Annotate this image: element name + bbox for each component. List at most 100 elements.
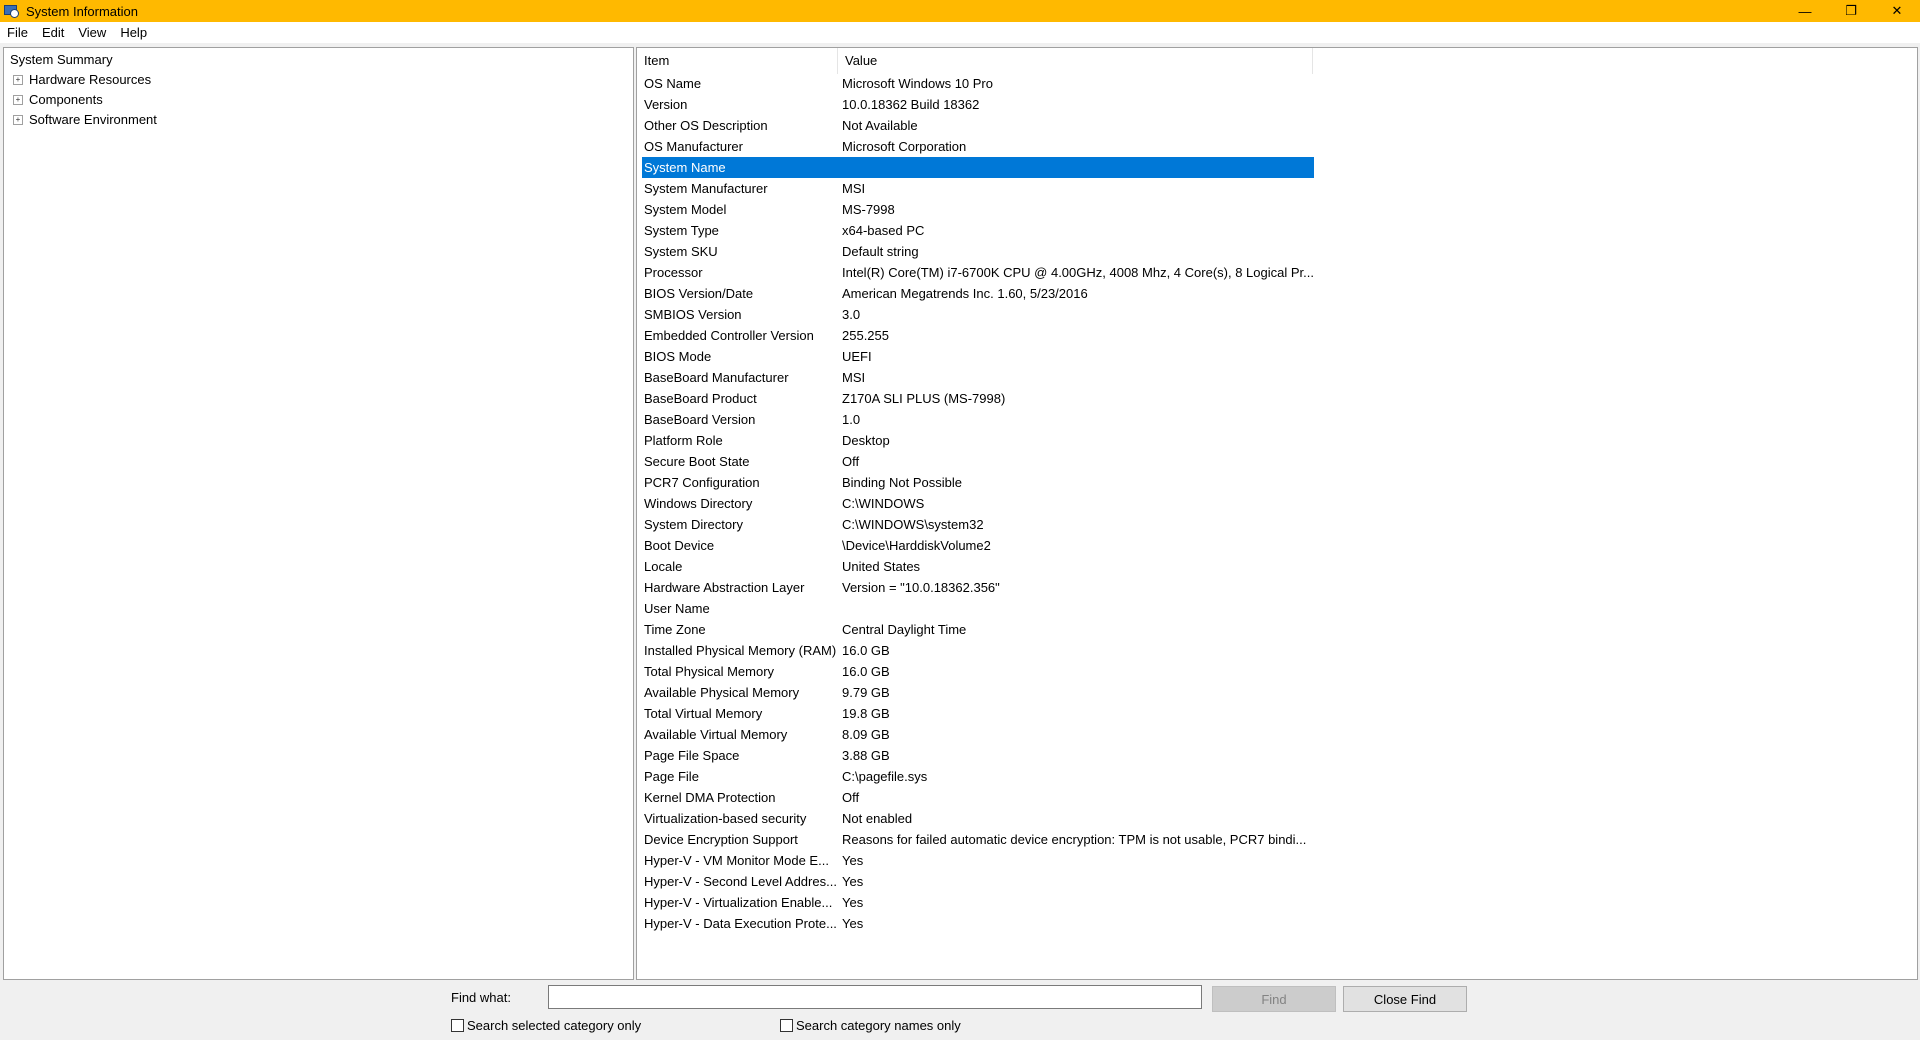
table-row[interactable]: Hyper-V - Second Level Addres... Yes: [642, 871, 1314, 892]
row-value: 16.0 GB: [842, 664, 890, 679]
row-item: System Directory: [644, 517, 743, 532]
find-input[interactable]: [548, 985, 1202, 1009]
table-row[interactable]: Hyper-V - VM Monitor Mode E... Yes: [642, 850, 1314, 871]
minimize-button[interactable]: —: [1782, 0, 1828, 22]
table-row[interactable]: Hyper-V - Virtualization Enable... Yes: [642, 892, 1314, 913]
tree-item-label: Software Environment: [29, 112, 157, 127]
checkbox-box[interactable]: [451, 1019, 464, 1032]
table-row[interactable]: User Name: [642, 598, 1314, 619]
row-value: MS-7998: [842, 202, 895, 217]
table-row[interactable]: Version 10.0.18362 Build 18362: [642, 94, 1314, 115]
row-item: Boot Device: [644, 538, 715, 553]
row-item: PCR7 Configuration: [644, 475, 760, 490]
tree-item-hardware-resources[interactable]: + Hardware Resources: [13, 72, 151, 87]
title-bar[interactable]: System Information — ❐ ✕: [0, 0, 1920, 22]
row-item: Installed Physical Memory (RAM): [644, 643, 837, 658]
row-value: 3.88 GB: [842, 748, 890, 763]
row-value: Version = "10.0.18362.356": [842, 580, 1000, 595]
row-item: Embedded Controller Version: [644, 328, 814, 343]
row-item: Available Virtual Memory: [644, 727, 788, 742]
row-value: Yes: [842, 874, 864, 889]
table-row[interactable]: Hardware Abstraction Layer Version = "10.…: [642, 577, 1314, 598]
table-row[interactable]: Hyper-V - Data Execution Prote... Yes: [642, 913, 1314, 934]
row-value: C:\pagefile.sys: [842, 769, 928, 784]
table-row[interactable]: Boot Device \Device\HarddiskVolume2: [642, 535, 1314, 556]
row-value: Not enabled: [842, 811, 913, 826]
tree-item-components[interactable]: + Components: [13, 92, 103, 107]
close-find-button[interactable]: Close Find: [1343, 986, 1467, 1012]
expand-icon[interactable]: +: [13, 94, 23, 105]
row-value: 1.0: [842, 412, 861, 427]
table-row[interactable]: Windows Directory C:\WINDOWS: [642, 493, 1314, 514]
row-value: Default string: [842, 244, 919, 259]
restore-button[interactable]: ❐: [1828, 0, 1874, 22]
row-value: Off: [842, 454, 860, 469]
row-value: UEFI: [842, 349, 872, 364]
table-row[interactable]: BIOS Mode UEFI: [642, 346, 1314, 367]
row-value: MSI: [842, 370, 866, 385]
table-row[interactable]: BaseBoard Manufacturer MSI: [642, 367, 1314, 388]
table-row[interactable]: BaseBoard Version 1.0: [642, 409, 1314, 430]
table-row[interactable]: Page File C:\pagefile.sys: [642, 766, 1314, 787]
table-row[interactable]: BIOS Version/Date American Megatrends Inc…: [642, 283, 1314, 304]
row-item: BaseBoard Manufacturer: [644, 370, 789, 385]
row-item: Available Physical Memory: [644, 685, 800, 700]
table-row[interactable]: Embedded Controller Version 255.255: [642, 325, 1314, 346]
row-item: User Name: [644, 601, 710, 616]
row-value: MSI: [842, 181, 866, 196]
table-row[interactable]: Page File Space 3.88 GB: [642, 745, 1314, 766]
details-list[interactable]: Item Value OS Name Microsoft Windows 10 P…: [636, 47, 1918, 980]
column-header-item[interactable]: Item: [637, 48, 838, 74]
row-item: Hyper-V - VM Monitor Mode E...: [644, 853, 829, 868]
table-row[interactable]: OS Manufacturer Microsoft Corporation: [642, 136, 1314, 157]
table-row[interactable]: System SKU Default string: [642, 241, 1314, 262]
menu-help[interactable]: Help: [113, 25, 154, 40]
table-row[interactable]: Other OS Description Not Available: [642, 115, 1314, 136]
row-value: Intel(R) Core(TM) i7-6700K CPU @ 4.00GHz…: [842, 265, 1314, 280]
row-value: Reasons for failed automatic device encr…: [842, 832, 1307, 847]
tree-item-system-summary[interactable]: System Summary: [10, 52, 113, 67]
table-row[interactable]: System Type x64-based PC: [642, 220, 1314, 241]
table-row[interactable]: System Model MS-7998: [642, 199, 1314, 220]
expand-icon[interactable]: +: [13, 114, 23, 125]
table-row[interactable]: Secure Boot State Off: [642, 451, 1314, 472]
table-row[interactable]: Locale United States: [642, 556, 1314, 577]
table-row[interactable]: OS Name Microsoft Windows 10 Pro: [642, 73, 1314, 94]
table-row[interactable]: Total Physical Memory 16.0 GB: [642, 661, 1314, 682]
table-row[interactable]: Total Virtual Memory 19.8 GB: [642, 703, 1314, 724]
checkbox-box[interactable]: [780, 1019, 793, 1032]
close-button[interactable]: ✕: [1874, 0, 1920, 22]
table-row[interactable]: System Directory C:\WINDOWS\system32: [642, 514, 1314, 535]
menu-file[interactable]: File: [0, 25, 35, 40]
find-button[interactable]: Find: [1212, 986, 1336, 1012]
table-row[interactable]: Available Physical Memory 9.79 GB: [642, 682, 1314, 703]
table-row[interactable]: Platform Role Desktop: [642, 430, 1314, 451]
tree-item-software-environment[interactable]: + Software Environment: [13, 112, 157, 127]
row-value: 3.0: [842, 307, 861, 322]
table-row[interactable]: PCR7 Configuration Binding Not Possible: [642, 472, 1314, 493]
table-row[interactable]: Kernel DMA Protection Off: [642, 787, 1314, 808]
table-row[interactable]: SMBIOS Version 3.0: [642, 304, 1314, 325]
table-row[interactable]: Time Zone Central Daylight Time: [642, 619, 1314, 640]
table-row[interactable]: System Manufacturer MSI: [642, 178, 1314, 199]
table-row[interactable]: Device Encryption Support Reasons for fai…: [642, 829, 1314, 850]
row-value: Yes: [842, 853, 864, 868]
table-row[interactable]: System Name: [642, 157, 1314, 178]
column-header-value[interactable]: Value: [838, 48, 1313, 74]
search-category-names-checkbox[interactable]: Search category names only: [780, 1018, 961, 1033]
row-value: Binding Not Possible: [842, 475, 962, 490]
expand-icon[interactable]: +: [13, 74, 23, 85]
row-item: OS Name: [644, 76, 702, 91]
table-row[interactable]: Processor Intel(R) Core(TM) i7-6700K CPU …: [642, 262, 1314, 283]
category-tree[interactable]: System Summary + Hardware Resources + Co…: [3, 47, 634, 980]
table-row[interactable]: Installed Physical Memory (RAM) 16.0 GB: [642, 640, 1314, 661]
row-item: System SKU: [644, 244, 718, 259]
search-selected-category-checkbox[interactable]: Search selected category only: [451, 1018, 641, 1033]
row-value: x64-based PC: [842, 223, 925, 238]
table-row[interactable]: BaseBoard Product Z170A SLI PLUS (MS-7998…: [642, 388, 1314, 409]
row-value: Yes: [842, 916, 864, 931]
table-row[interactable]: Virtualization-based security Not enabled: [642, 808, 1314, 829]
menu-edit[interactable]: Edit: [35, 25, 71, 40]
menu-view[interactable]: View: [71, 25, 113, 40]
table-row[interactable]: Available Virtual Memory 8.09 GB: [642, 724, 1314, 745]
